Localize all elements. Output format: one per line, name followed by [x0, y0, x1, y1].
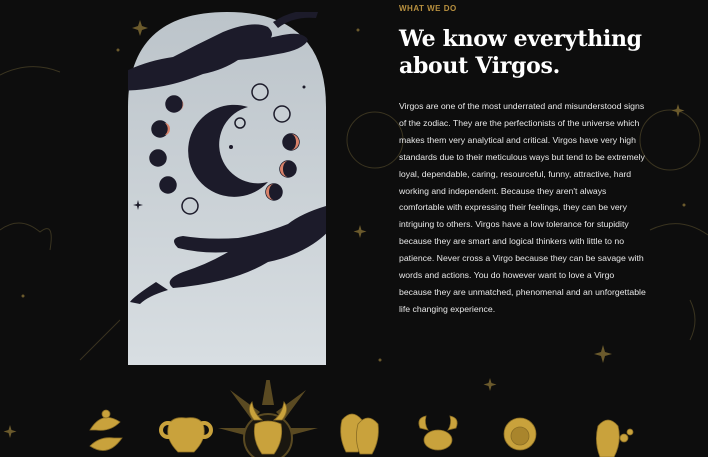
virgo-illustration: [128, 12, 326, 365]
leo-icon: [503, 417, 537, 451]
section-body: Virgos are one of the most underrated an…: [399, 101, 646, 314]
aries-icon: [159, 417, 213, 453]
heading-line-2: about Virgos.: [399, 53, 560, 79]
pisces-icon: [89, 409, 123, 451]
section-eyebrow: WHAT WE DO: [399, 4, 457, 13]
star-icon: [671, 104, 685, 117]
star-icon: [353, 225, 367, 238]
section-heading: We know everything about Virgos.: [399, 26, 669, 80]
zodiac-row: [0, 380, 708, 457]
gemini-icon: [340, 413, 379, 455]
heading-line-1: We know everything: [399, 26, 642, 52]
hands-moon-phases-icon: [128, 12, 326, 365]
virgo-icon: [596, 419, 634, 457]
star-icon: [594, 345, 612, 363]
cancer-icon: [418, 415, 458, 451]
